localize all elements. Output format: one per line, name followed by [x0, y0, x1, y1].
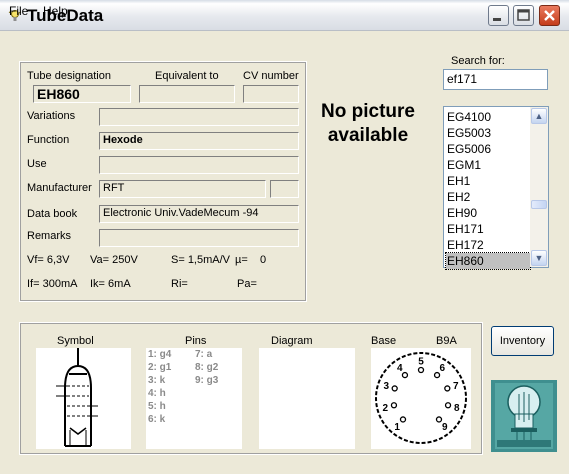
- remarks-field[interactable]: [99, 229, 299, 247]
- pins-panel: 1: g4 2: g1 3: k 4: h 5: h 6: k 7: a 8: g2 9: g…: [146, 348, 242, 449]
- s-value: S= 1,5mA/V: [171, 254, 231, 266]
- tube-list-item[interactable]: EG5003: [446, 125, 530, 141]
- pin-entry: 7: a: [195, 349, 213, 360]
- tube-list-item[interactable]: EH171: [446, 221, 530, 237]
- menu-help[interactable]: Help: [43, 4, 68, 18]
- pin-entry: 1: g4: [148, 349, 172, 360]
- base-pin-hole: [444, 385, 451, 392]
- base-pin-number: 3: [383, 381, 389, 392]
- pin-entry: 4: h: [148, 388, 166, 399]
- pin-entry: 2: g1: [148, 362, 172, 373]
- tube-logo: [491, 380, 557, 452]
- maximize-button[interactable]: [513, 5, 534, 26]
- tube-list-item[interactable]: EG5006: [446, 141, 530, 157]
- minimize-button[interactable]: [488, 5, 509, 26]
- base-pin-hole: [444, 402, 452, 409]
- pins-column-1: 1: g4 2: g1 3: k 4: h 5: h 6: k: [148, 349, 171, 427]
- pa-value: Pa=: [237, 278, 257, 290]
- base-pin-hole: [399, 416, 407, 423]
- equivalent-to-label: Equivalent to: [155, 70, 219, 82]
- base-pin-hole: [391, 385, 398, 392]
- base-pin-number: 4: [397, 363, 403, 374]
- tube-list-item[interactable]: EH2: [446, 189, 530, 205]
- tube-list-item[interactable]: EH90: [446, 205, 530, 221]
- symbol-label: Symbol: [57, 335, 94, 347]
- cv-number-field[interactable]: [243, 85, 299, 103]
- base-pin-number: 8: [454, 403, 460, 414]
- pin-entry: 9: g3: [195, 375, 219, 386]
- tube-list-item[interactable]: EG4100: [446, 109, 530, 125]
- variations-field[interactable]: [99, 108, 299, 126]
- tube-list-item[interactable]: EH860: [445, 252, 531, 270]
- scroll-down-icon[interactable]: ▼: [531, 250, 547, 266]
- no-picture-text: No picture available: [321, 101, 415, 146]
- ik-value: Ik= 6mA: [90, 278, 131, 290]
- use-field[interactable]: [99, 156, 299, 174]
- tube-list[interactable]: EG4100 EG5003 EG5006 EGM1 EH1 EH2 EH90 EH171 EH1…: [443, 106, 549, 270]
- equivalent-to-field[interactable]: [139, 85, 235, 103]
- pin-entry: 6: k: [148, 414, 166, 425]
- base-type-label: B9A: [436, 335, 457, 347]
- pins-column-2: 7: a 8: g2 9: g3: [195, 349, 218, 388]
- function-field[interactable]: Hexode: [99, 132, 299, 150]
- pin-entry: 5: h: [148, 401, 166, 412]
- use-label: Use: [27, 158, 47, 170]
- search-input[interactable]: ef171: [443, 69, 548, 90]
- tube-symbol: [36, 348, 131, 449]
- diagram-label: Diagram: [271, 335, 313, 347]
- manufacturer-extra-field[interactable]: [270, 180, 299, 198]
- menu-bar: [0, 31, 569, 52]
- base-pin-number: 6: [439, 363, 445, 374]
- base-pin-number: 5: [418, 357, 424, 368]
- inventory-button[interactable]: Inventory: [491, 326, 554, 356]
- base-pin-hole: [390, 402, 398, 409]
- search-label: Search for:: [451, 55, 505, 67]
- tube-list-item[interactable]: EH172: [446, 237, 530, 253]
- tube-designation-field[interactable]: EH860: [33, 85, 131, 103]
- menu-file[interactable]: File: [9, 4, 28, 18]
- base-pin-hole: [435, 416, 443, 423]
- scroll-thumb[interactable]: [531, 200, 547, 209]
- manufacturer-field[interactable]: RFT: [99, 180, 266, 198]
- pins-label: Pins: [185, 335, 207, 347]
- close-button[interactable]: [539, 5, 560, 26]
- list-scrollbar[interactable]: ▲ ▼: [530, 107, 548, 267]
- va-value: Va= 250V: [90, 254, 138, 266]
- tube-list-item[interactable]: EGM1: [446, 157, 530, 173]
- base-pin-number: 2: [382, 403, 388, 414]
- base-pin-hole: [417, 366, 425, 374]
- tube-list-item[interactable]: EH1: [446, 173, 530, 189]
- vf-value: Vf= 6,3V: [27, 254, 70, 266]
- tube-designation-label: Tube designation: [27, 70, 111, 82]
- ri-value: Ri=: [171, 278, 188, 290]
- pin-entry: 3: k: [148, 375, 166, 386]
- remarks-label: Remarks: [27, 230, 72, 242]
- base-pin-hole: [401, 371, 409, 379]
- diagram-panel: [259, 348, 355, 449]
- base-diagram: 12 34 5 67 89: [371, 348, 471, 449]
- function-label: Function: [27, 134, 70, 146]
- base-pin-number: 1: [394, 422, 400, 433]
- data-book-field[interactable]: Electronic Univ.VadeMecum -94: [99, 205, 299, 223]
- variations-label: Variations: [27, 110, 76, 122]
- base-label: Base: [371, 335, 397, 347]
- cv-number-label: CV number: [243, 70, 299, 82]
- base-pin-number: 7: [453, 381, 459, 392]
- base-pin-number: 9: [442, 422, 448, 433]
- mu-value: 0: [260, 254, 267, 266]
- scroll-up-icon[interactable]: ▲: [531, 108, 547, 124]
- close-icon: [544, 10, 555, 21]
- if-value: If= 300mA: [27, 278, 78, 290]
- manufacturer-label: Manufacturer: [27, 182, 92, 194]
- data-book-label: Data book: [27, 208, 78, 220]
- pin-entry: 8: g2: [195, 362, 219, 373]
- mu-label: µ=: [235, 254, 248, 266]
